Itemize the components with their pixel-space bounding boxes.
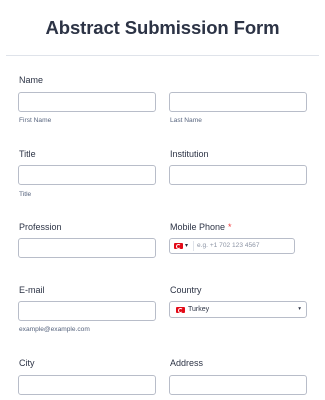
form-title: Abstract Submission Form	[45, 17, 280, 38]
mobile-phone-placeholder: e.g. +1 702 123 4567	[197, 242, 260, 249]
required-mark: *	[228, 222, 232, 232]
title-divider	[6, 55, 319, 56]
title-label: Title	[19, 149, 36, 159]
last-name-sublabel: Last Name	[170, 117, 202, 124]
email-sublabel: example@example.com	[19, 326, 90, 333]
address-label: Address	[170, 358, 204, 368]
email-label: E-mail	[19, 285, 45, 295]
institution-label: Institution	[170, 149, 209, 159]
country-select[interactable]: Turkey ▾	[169, 301, 307, 318]
mobile-phone-input[interactable]: ▾ e.g. +1 702 123 4567	[169, 238, 295, 254]
address-input[interactable]	[169, 375, 307, 395]
last-name-input[interactable]	[169, 92, 307, 112]
country-label: Country	[170, 285, 202, 295]
first-name-sublabel: First Name	[19, 117, 52, 124]
title-input[interactable]	[18, 165, 156, 185]
phone-separator	[193, 241, 194, 251]
mobile-phone-label-text: Mobile Phone	[170, 222, 226, 232]
email-input[interactable]	[18, 301, 156, 321]
profession-label: Profession	[19, 222, 62, 232]
turkey-flag-icon[interactable]	[174, 243, 183, 249]
city-input[interactable]	[18, 375, 156, 395]
first-name-input[interactable]	[18, 92, 156, 112]
turkey-flag-icon	[176, 307, 185, 313]
name-label: Name	[19, 75, 44, 85]
city-label: City	[19, 358, 35, 368]
chevron-down-icon[interactable]: ▾	[185, 242, 188, 249]
chevron-down-icon: ▾	[298, 306, 301, 312]
title-sublabel: Title	[19, 191, 32, 198]
country-selected-value: Turkey	[188, 306, 210, 313]
profession-input[interactable]	[18, 238, 156, 258]
mobile-phone-label: Mobile Phone *	[170, 222, 232, 232]
institution-input[interactable]	[169, 165, 307, 185]
